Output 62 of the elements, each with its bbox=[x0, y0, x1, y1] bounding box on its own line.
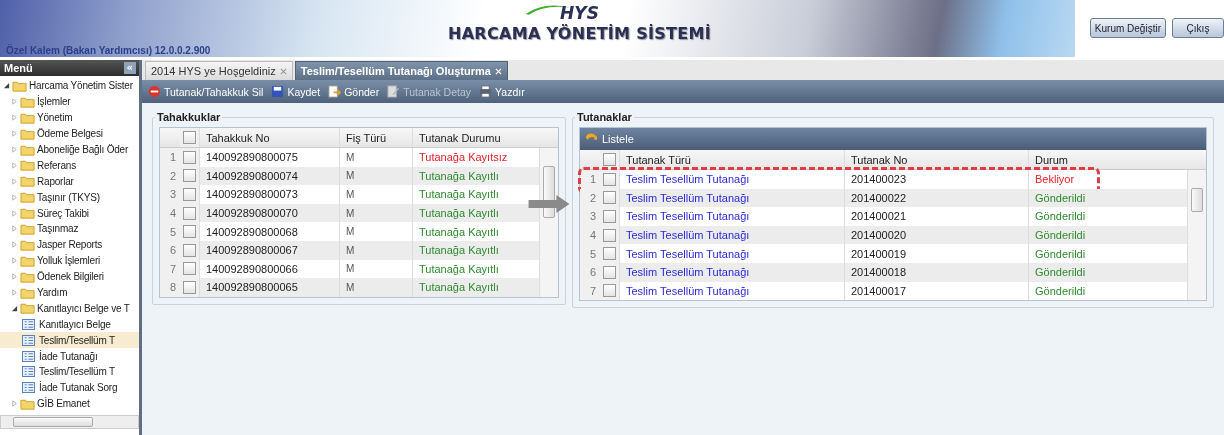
table-cell[interactable]: Teslim Tesellüm Tutanağı bbox=[620, 207, 845, 226]
column-header[interactable]: Tutanak Türü bbox=[620, 150, 845, 169]
panel-title: Tutanaklar bbox=[576, 111, 633, 123]
tree-item[interactable]: Taşınmaz bbox=[0, 221, 139, 237]
status-text: Tutanağa Kayıtlı bbox=[413, 222, 539, 241]
table-cell: 201400019 bbox=[845, 244, 1029, 263]
menu-title: Menü bbox=[4, 62, 33, 74]
table-cell[interactable]: Teslim Tesellüm Tutanağı bbox=[620, 244, 845, 263]
status-text: Tutanağa Kayıtlı bbox=[413, 278, 539, 297]
status-text: Gönderildi bbox=[1029, 207, 1187, 226]
column-header[interactable]: Fiş Türü bbox=[340, 128, 413, 147]
tree-item[interactable]: Kanıtlayıcı Belge ve T bbox=[0, 300, 139, 317]
tree-item[interactable]: Kanıtlayıcı Belge bbox=[0, 316, 139, 333]
tree-item[interactable]: Raporlar bbox=[0, 173, 139, 190]
table-cell: M bbox=[340, 185, 413, 204]
table-cell: 201400021 bbox=[845, 207, 1029, 226]
tree-item[interactable]: İade Tutanak Sorg bbox=[0, 379, 139, 396]
table-cell: 140092890800073 bbox=[200, 185, 340, 204]
header-button[interactable]: Kurum Değiştir bbox=[1089, 18, 1166, 38]
app-title: HARCAMA YÖNETİM SİSTEMİ bbox=[448, 24, 711, 43]
column-header[interactable]: Tutanak No bbox=[845, 150, 1029, 169]
toolbar-button[interactable]: Gönder bbox=[328, 85, 380, 98]
tab[interactable]: 2014 HYS ye Hoşgeldiniz bbox=[145, 61, 293, 80]
tree-item[interactable]: Yolluk İşlemleri bbox=[0, 252, 139, 269]
tree-item[interactable]: Referans bbox=[0, 157, 139, 174]
tree-item[interactable]: Jasper Reports bbox=[0, 236, 139, 253]
tree-item[interactable]: Taşınır (TKYS) bbox=[0, 189, 139, 206]
table-cell: 140092890800068 bbox=[200, 222, 340, 241]
status-text: Tutanağa Kayıtlı bbox=[413, 185, 539, 204]
table-cell: 140092890800075 bbox=[200, 148, 340, 167]
table-cell: 201400023 bbox=[845, 170, 1029, 189]
tree-item[interactable]: Süreç Takibi bbox=[0, 205, 139, 221]
tree-item[interactable]: Teslim/Tesellüm T bbox=[0, 332, 139, 349]
table-cell: 140092890800065 bbox=[200, 278, 340, 297]
logo: HYS bbox=[560, 2, 599, 24]
tab[interactable]: Teslim/Tesellüm Tutanağı Oluşturma bbox=[294, 61, 508, 80]
table-cell: M bbox=[340, 148, 413, 167]
column-header[interactable]: Durum bbox=[1029, 150, 1188, 169]
tree-item[interactable]: Yardım bbox=[0, 284, 139, 301]
tree-item[interactable]: GİB Emanet bbox=[0, 395, 139, 412]
column-header[interactable]: Tutanak Durumu bbox=[413, 128, 540, 147]
tree-item[interactable]: Teslim/Tesellüm T bbox=[0, 364, 139, 380]
status-text: Gönderildi bbox=[1029, 244, 1187, 263]
table-cell: M bbox=[340, 222, 413, 241]
status-text: Tutanağa Kayıtsız bbox=[413, 148, 539, 167]
list-button[interactable]: Listele bbox=[580, 128, 1206, 150]
header-button[interactable]: Çıkış bbox=[1172, 18, 1224, 38]
table-cell[interactable]: Teslim Tesellüm Tutanağı bbox=[620, 170, 845, 189]
table-cell: M bbox=[340, 278, 413, 297]
tree-item[interactable]: Ödeme Belgesi bbox=[0, 125, 139, 142]
tree-item[interactable]: Aboneliğe Bağlı Öder bbox=[0, 141, 139, 158]
column-header[interactable]: Tahakkuk No bbox=[200, 128, 340, 147]
tree-item[interactable]: İade Tutanağı bbox=[0, 348, 139, 365]
toolbar-button[interactable]: Tutanak/Tahakkuk Sil bbox=[148, 85, 264, 98]
tree-item[interactable]: İşlemler bbox=[0, 93, 139, 110]
toolbar-button[interactable]: Yazdır bbox=[479, 85, 525, 98]
tree-item[interactable]: Ödenek Bilgileri bbox=[0, 268, 139, 285]
tree-item[interactable]: Yönetim bbox=[0, 109, 139, 126]
tree-item[interactable]: Harcama Yönetim Sister bbox=[0, 78, 139, 94]
panel-title: Tahakkuklar bbox=[156, 111, 222, 123]
toolbar-button[interactable]: Kaydet bbox=[271, 85, 321, 98]
status-text: Bekliyor bbox=[1029, 170, 1187, 189]
